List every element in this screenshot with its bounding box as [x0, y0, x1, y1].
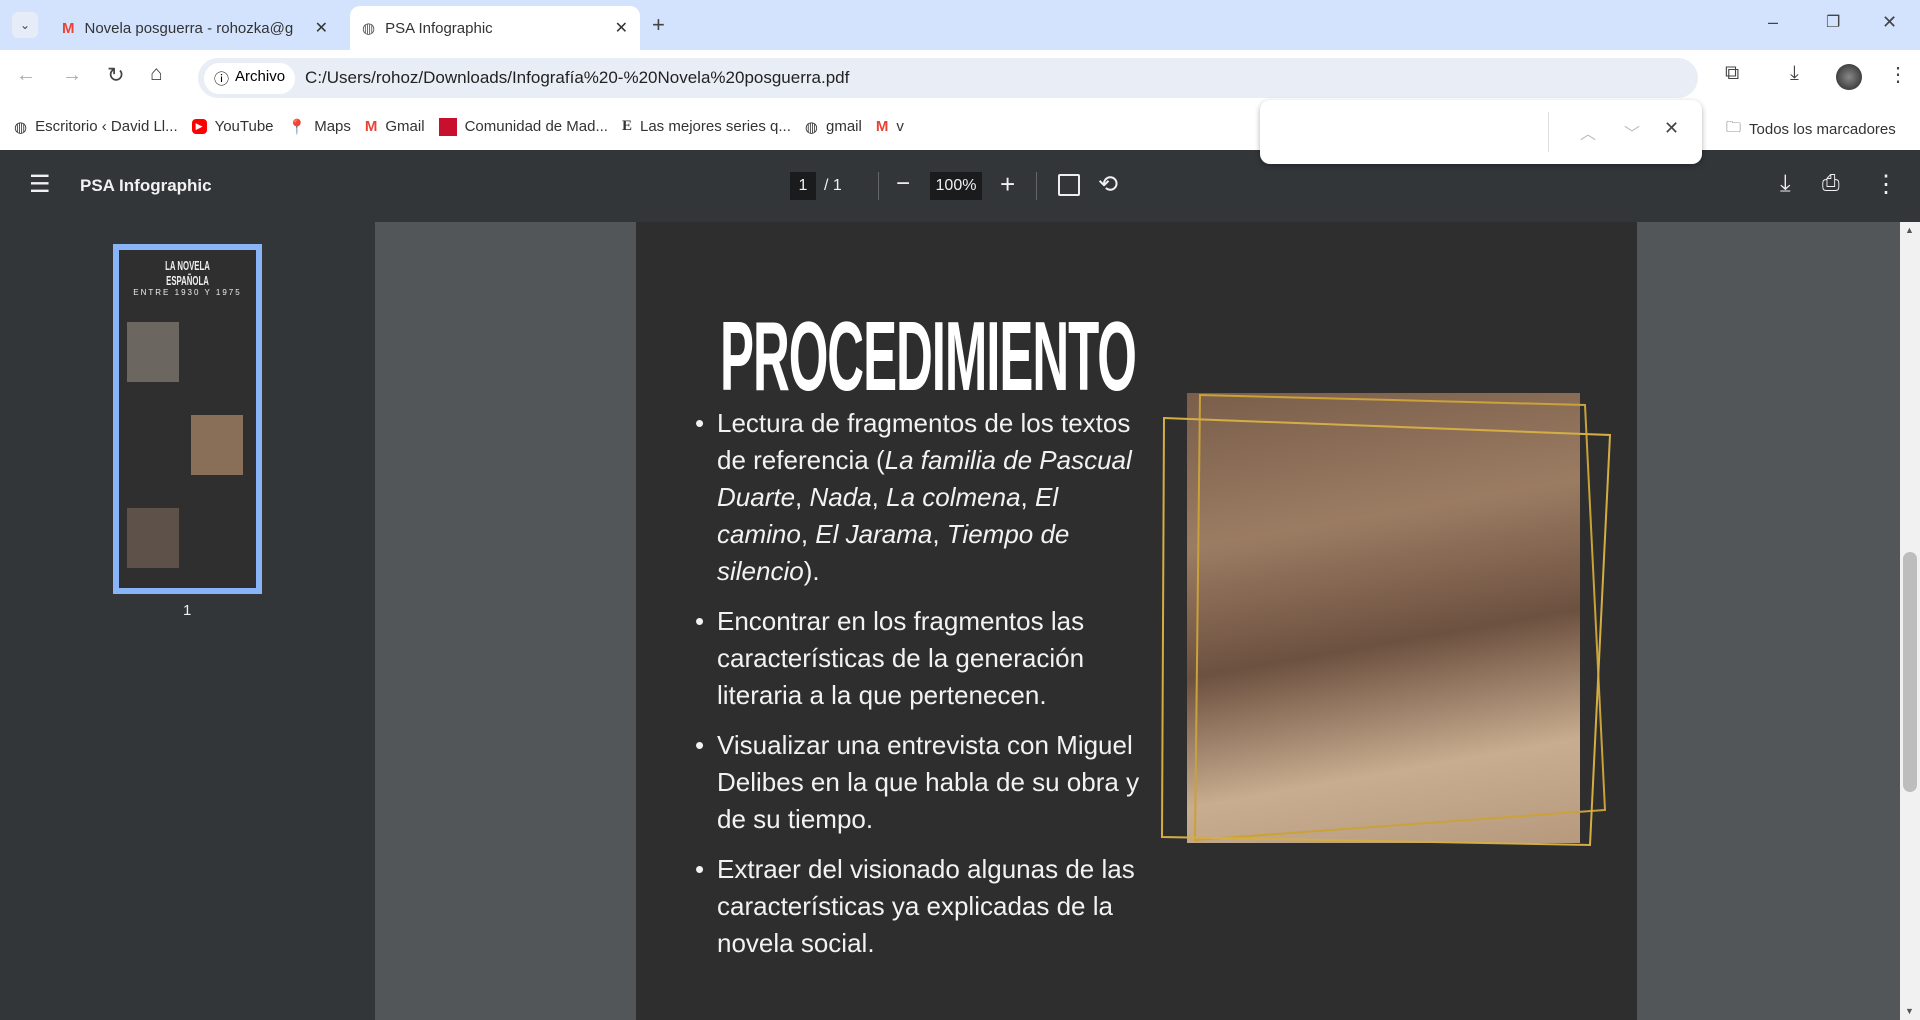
find-bar: ︿ ﹀ ✕ — [1260, 100, 1702, 164]
restore-button[interactable]: ❐ — [1826, 12, 1840, 32]
forward-icon[interactable]: → — [62, 64, 82, 87]
extensions-icon[interactable]: ⧉ — [1725, 62, 1739, 85]
tab-strip: ⌄ M Novela posguerra - rohozka@g ✕ ◍ PSA… — [0, 0, 1920, 50]
bookmark-youtube[interactable]: ▶ YouTube — [191, 118, 274, 135]
info-icon: ⓘ — [214, 70, 230, 88]
list-item-segment: Nada — [809, 482, 872, 512]
tab-gmail[interactable]: M Novela posguerra - rohozka@g ✕ — [50, 6, 340, 50]
thumb-photo — [191, 415, 243, 475]
more-actions-icon[interactable]: ⋮ — [1874, 170, 1898, 199]
find-next-icon[interactable]: ﹀ — [1624, 120, 1640, 144]
sidebar-menu-icon[interactable]: ☰ — [29, 173, 51, 197]
divider — [1036, 172, 1037, 200]
site-info-chip[interactable]: ⓘ Archivo — [204, 62, 296, 94]
bookmark-gmail[interactable]: M Gmail — [365, 118, 425, 135]
globe-icon: ◍ — [804, 118, 818, 136]
menu-icon[interactable]: ⋮ — [1888, 62, 1908, 87]
scroll-down-icon[interactable]: ▼ — [1905, 1006, 1914, 1016]
list-item-segment: , — [871, 482, 887, 512]
list-item: Lectura de fragmentos de los textos de r… — [690, 405, 1140, 590]
gold-frame — [1160, 393, 1612, 847]
reload-icon[interactable]: ↻ — [107, 63, 125, 88]
close-window-button[interactable]: ✕ — [1882, 12, 1897, 33]
list-item-segment: El Jarama — [815, 519, 933, 549]
page-number-input[interactable]: 1 — [790, 172, 816, 200]
scrollbar-thumb[interactable] — [1903, 552, 1917, 792]
list-item-segment: , — [932, 519, 947, 549]
procedure-list: Lectura de fragmentos de los textos de r… — [690, 405, 1140, 975]
gmail-icon: M — [875, 118, 889, 135]
divider — [1548, 112, 1549, 152]
close-tab-icon[interactable]: ✕ — [315, 18, 328, 38]
home-icon[interactable]: ⌂ — [150, 62, 163, 86]
bookmark-comunidad[interactable]: Comunidad de Mad... — [438, 117, 608, 136]
globe-icon: ◍ — [14, 118, 28, 136]
page-thumbnail[interactable]: LA NOVELA ESPAÑOLA ENTRE 1930 Y 1975 — [113, 244, 262, 594]
bookmark-escritorio[interactable]: ◍ Escritorio ‹ David Ll... — [14, 118, 178, 136]
new-tab-button[interactable]: + — [652, 12, 665, 38]
youtube-icon: ▶ — [191, 119, 207, 134]
scrollbar[interactable]: ▲ ▼ — [1900, 222, 1920, 1020]
print-icon[interactable]: ⎙ — [1822, 170, 1840, 196]
download-icon[interactable]: ⤓ — [1780, 170, 1791, 198]
bookmark-series[interactable]: E Las mejores series q... — [622, 118, 791, 135]
bookmark-maps[interactable]: 📍 Maps — [288, 118, 351, 136]
maps-icon: 📍 — [287, 118, 307, 136]
close-tab-icon[interactable]: ✕ — [615, 18, 628, 38]
list-item: Encontrar en los fragmentos las caracter… — [690, 603, 1140, 714]
address-bar[interactable]: ⓘ Archivo C:/Users/rohoz/Downloads/Infogr… — [198, 58, 1698, 98]
list-item: Visualizar una entrevista con Miguel Del… — [690, 727, 1140, 838]
avatar[interactable] — [1836, 64, 1862, 90]
thumb-subtitle: ENTRE 1930 Y 1975 — [133, 288, 242, 297]
list-item-segment: , — [800, 519, 816, 549]
minimize-button[interactable]: – — [1768, 12, 1778, 33]
bookmark-gmail-2[interactable]: ◍ gmail — [805, 118, 862, 136]
back-icon[interactable]: ← — [16, 64, 36, 87]
rotate-icon[interactable]: ⟲ — [1098, 170, 1118, 199]
section-heading: PROCEDIMIENTO — [720, 301, 1137, 411]
document-title: PSA Infographic — [80, 176, 212, 195]
folder-icon: 🗀 — [1726, 119, 1742, 136]
thumb-title: LA NOVELA ESPAÑOLA — [165, 258, 210, 288]
scroll-up-icon[interactable]: ▲ — [1905, 225, 1914, 235]
list-item-segment: , — [795, 482, 810, 512]
divider — [878, 172, 879, 200]
thumbnail-sidebar: LA NOVELA ESPAÑOLA ENTRE 1930 Y 1975 1 — [0, 222, 375, 1020]
tab-search-button[interactable]: ⌄ — [12, 12, 38, 38]
find-input[interactable] — [1274, 114, 1574, 150]
e-icon: E — [621, 118, 632, 134]
find-previous-icon[interactable]: ︿ — [1580, 120, 1596, 144]
zoom-input[interactable]: 100% — [930, 172, 982, 200]
tab-psa-infographic[interactable]: ◍ PSA Infographic ✕ — [350, 6, 640, 50]
comunidad-icon — [438, 117, 457, 136]
thumb-photo — [127, 322, 179, 382]
zoom-in-icon[interactable]: + — [1000, 169, 1015, 200]
list-item: Extraer del visionado algunas de las car… — [690, 851, 1140, 962]
gmail-icon: M — [364, 118, 378, 135]
thumbnail-page-number: 1 — [183, 602, 192, 619]
downloads-icon[interactable]: ⤓ — [1790, 62, 1799, 85]
all-bookmarks[interactable]: 🗀 Todos los marcadores — [1726, 117, 1896, 142]
find-close-icon[interactable]: ✕ — [1664, 118, 1679, 139]
gmail-icon: M — [62, 19, 75, 37]
url-text[interactable]: C:/Users/rohoz/Downloads/Infografía%20-%… — [305, 68, 849, 88]
thumb-photo — [127, 508, 179, 568]
fit-page-icon[interactable] — [1058, 174, 1080, 196]
list-item-segment: La colmena — [886, 482, 1021, 512]
zoom-out-icon[interactable]: − — [896, 170, 910, 198]
list-item-segment: , — [1020, 482, 1035, 512]
list-item-segment: ). — [803, 556, 820, 586]
page-total: / 1 — [824, 177, 842, 194]
thumbnail-page: LA NOVELA ESPAÑOLA ENTRE 1930 Y 1975 — [119, 250, 256, 588]
globe-icon: ◍ — [362, 20, 376, 37]
bookmark-v[interactable]: Mv — [876, 118, 904, 135]
